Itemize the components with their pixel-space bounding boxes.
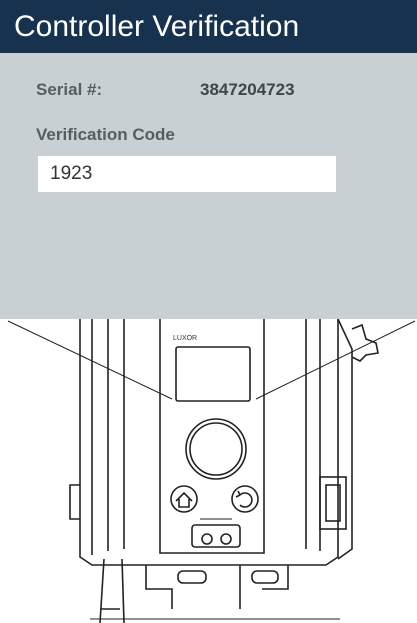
verification-code-label: Verification Code <box>36 125 175 144</box>
brand-label: LUXOR <box>173 335 197 342</box>
serial-value: 3847204723 <box>200 80 295 99</box>
controller-illustration: LUXOR <box>7 319 416 623</box>
serial-label: Serial #: <box>36 80 103 99</box>
verification-code-input[interactable] <box>38 156 336 192</box>
page-title: Controller Verification <box>0 0 417 53</box>
verification-panel: Serial #: 3847204723 Verification Code <box>0 53 417 319</box>
